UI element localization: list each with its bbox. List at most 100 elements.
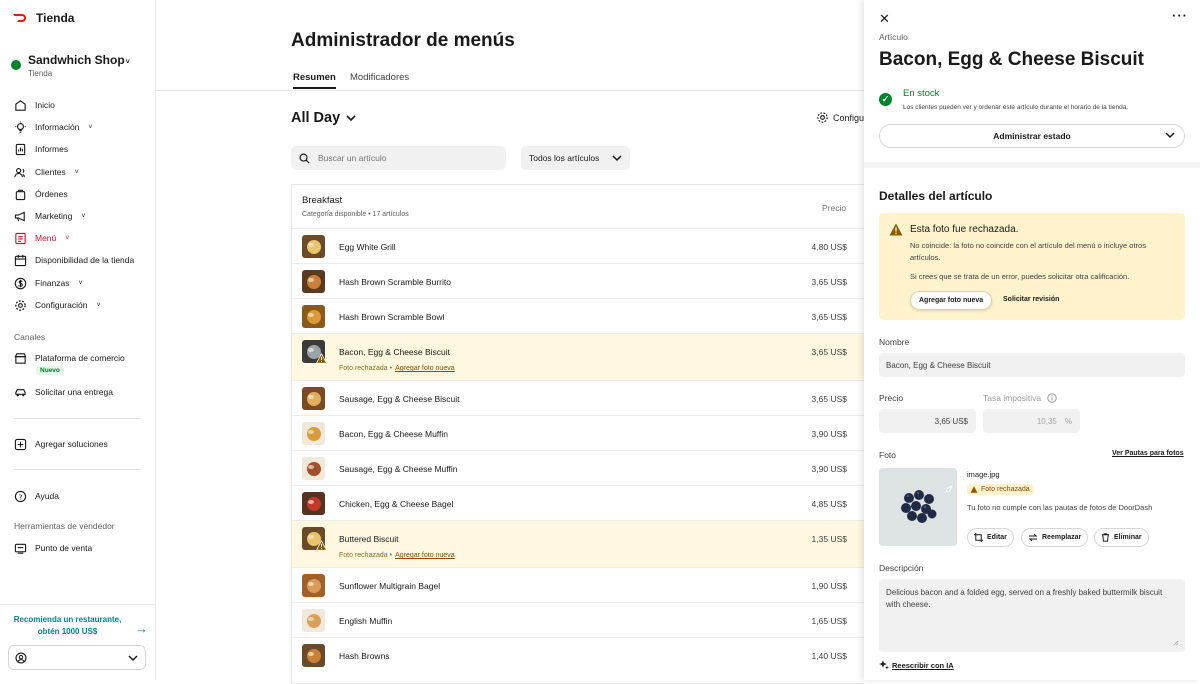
table-row[interactable]: Hash Brown Scramble Bowl 3,65 US$	[292, 298, 865, 333]
store-name: Sandwhich Shop˅	[28, 53, 130, 67]
description-field[interactable]: Delicious bacon and a folded egg, served…	[879, 579, 1185, 652]
nav-item-3[interactable]: Clientes ˅	[14, 165, 79, 179]
item-thumbnail	[302, 644, 325, 667]
warning-icon	[889, 223, 903, 236]
users-icon	[14, 167, 25, 177]
request-review-link[interactable]: Solicitar revisión	[1003, 296, 1059, 303]
table-row[interactable]: Bacon, Egg & Cheese Biscuit 3,65 US$ Foto …	[292, 333, 865, 380]
seller-tools-label: Herramientas de vendedor	[14, 521, 115, 531]
chevron-down-icon: ˅	[96, 301, 101, 309]
nav-item-label: Clientes	[35, 167, 66, 177]
table-row[interactable]: Chicken, Egg & Cheese Bagel 4,85 US$	[292, 485, 865, 520]
table-row[interactable]: Sausage, Egg & Cheese Muffin 3,90 US$	[292, 450, 865, 485]
nav-item-label: Menú	[35, 233, 57, 243]
nav-add-solutions[interactable]: Agregar soluciones	[14, 437, 108, 451]
brand-logo[interactable]: Tienda	[12, 11, 74, 25]
photo-note: Tu foto no cumple con las pautas de foto…	[967, 503, 1153, 512]
item-thumbnail	[302, 235, 325, 258]
filter-dropdown[interactable]: Todos los artículos	[521, 146, 630, 170]
lightbulb-icon	[15, 120, 26, 133]
store-subtitle: Tienda	[28, 69, 53, 78]
price-column-header: Precio	[822, 203, 847, 213]
table-row[interactable]: Hash Browns 1,40 US$	[292, 637, 865, 672]
photo-guidelines-link[interactable]: Ver Pautas para fotos	[1112, 450, 1184, 457]
plus-square-icon	[14, 438, 27, 450]
main-content: Administrador de menús Resumen Modificad…	[156, 0, 865, 684]
account-menu[interactable]	[8, 645, 146, 670]
panel-kicker: Artículo	[879, 32, 908, 42]
description-value: Delicious bacon and a folded egg, served…	[886, 588, 1163, 609]
nav-item-6[interactable]: Menú ˅	[14, 231, 69, 245]
nav-item-9[interactable]: Configuración ˅	[14, 298, 101, 312]
item-name: English Muffin	[339, 616, 393, 626]
config-button[interactable]: Configu	[816, 111, 864, 124]
nav-pos-label: Punto de venta	[35, 543, 93, 553]
chevron-down-icon: ˅	[65, 234, 70, 242]
details-heading: Detalles del artículo	[879, 189, 993, 203]
item-photo[interactable]	[879, 468, 957, 546]
nav-item-1[interactable]: Información ˅	[14, 120, 93, 134]
nav-pos[interactable]: Punto de venta	[14, 541, 92, 555]
price-field[interactable]: 3,65 US$	[879, 409, 976, 433]
channels-label: Canales	[14, 332, 46, 342]
check-circle-icon: ✓	[879, 93, 892, 106]
dollar-icon	[14, 277, 27, 289]
nav-item-7[interactable]: Disponibilidad de la tienda	[14, 253, 134, 267]
table-row[interactable]: English Muffin 1,65 US$	[292, 602, 865, 637]
rewrite-with-ai-link[interactable]: Reescribir con IA	[879, 660, 954, 670]
table-row[interactable]: Sausage, Egg & Cheese Biscuit 3,65 US$	[292, 380, 865, 415]
arrow-right-icon: →	[135, 621, 148, 636]
item-price: 1,35 US$	[811, 534, 847, 544]
stock-status: En stock	[903, 88, 940, 99]
price-value: 3,65 US$	[934, 416, 968, 426]
store-status-dot	[11, 60, 21, 70]
menu-name: All Day	[291, 110, 341, 126]
nav-item-0[interactable]: Inicio	[14, 98, 55, 112]
edit-photo-button[interactable]: Editar	[967, 528, 1014, 547]
table-row[interactable]: Buttered Biscuit 1,35 US$ Foto rechazada •…	[292, 520, 865, 567]
delete-photo-button[interactable]: Eliminar	[1094, 528, 1149, 547]
nav-item-label: Informes	[35, 144, 69, 154]
add-photo-link[interactable]: Agregar foto nueva	[395, 365, 455, 372]
replace-photo-button[interactable]: Reemplazar	[1021, 528, 1089, 547]
table-row[interactable]: Hash Brown Scramble Burrito 3,65 US$	[292, 263, 865, 298]
pencil-icon[interactable]	[945, 485, 953, 493]
item-thumbnail	[302, 422, 325, 445]
close-icon[interactable]: ✕	[879, 11, 890, 27]
nav-item-8[interactable]: Finanzas ˅	[14, 276, 83, 290]
nav-item-5[interactable]: Marketing ˅	[14, 209, 85, 223]
nav-item-2[interactable]: Informes	[14, 142, 68, 156]
info-icon[interactable]	[1047, 393, 1057, 403]
name-label: Nombre	[879, 337, 910, 347]
item-price: 3,65 US$	[811, 347, 847, 357]
add-new-photo-button[interactable]: Agregar foto nueva	[910, 291, 993, 310]
warning-icon	[316, 540, 327, 551]
item-detail-panel: ✕ ··· Artículo Bacon, Egg & Cheese Biscu…	[864, 0, 1200, 680]
nav-item-label: Finanzas	[35, 278, 70, 288]
nav-help[interactable]: ? Ayuda	[14, 489, 59, 503]
name-field[interactable]: Bacon, Egg & Cheese Biscuit	[879, 353, 1185, 377]
more-options-icon[interactable]: ···	[1172, 8, 1188, 23]
item-name: Buttered Biscuit	[339, 534, 399, 544]
manage-status-button[interactable]: Administrar estado	[879, 124, 1185, 148]
item-price: 4,80 US$	[811, 242, 847, 252]
sparkle-icon	[879, 660, 889, 670]
tab-resumen[interactable]: Resumen	[293, 72, 336, 89]
add-photo-link[interactable]: Agregar foto nueva	[395, 552, 455, 559]
search-input[interactable]: Buscar un artículo	[291, 146, 506, 170]
item-thumbnail	[302, 574, 325, 597]
tab-modificadores[interactable]: Modificadores	[350, 72, 409, 83]
gear-icon	[15, 299, 26, 311]
blueberries-photo	[879, 468, 957, 546]
menu-selector[interactable]: All Day	[291, 110, 356, 126]
nav-item-4[interactable]: Órdenes	[14, 187, 68, 201]
nav-item-label: Órdenes	[35, 189, 68, 199]
swap-icon	[1028, 533, 1038, 542]
nav-commerce-platform[interactable]: Plataforma de comercio	[14, 351, 125, 365]
table-row[interactable]: Sunflower Multigrain Bagel 1,90 US$	[292, 567, 865, 602]
table-row[interactable]: Bacon, Egg & Cheese Muffin 3,90 US$	[292, 415, 865, 450]
resize-handle-icon[interactable]	[1173, 640, 1179, 646]
tax-value: 10,35	[1036, 416, 1057, 426]
table-row[interactable]: Egg White Grill 4,80 US$	[292, 228, 865, 263]
nav-request-delivery[interactable]: Solicitar una entrega	[14, 385, 113, 399]
